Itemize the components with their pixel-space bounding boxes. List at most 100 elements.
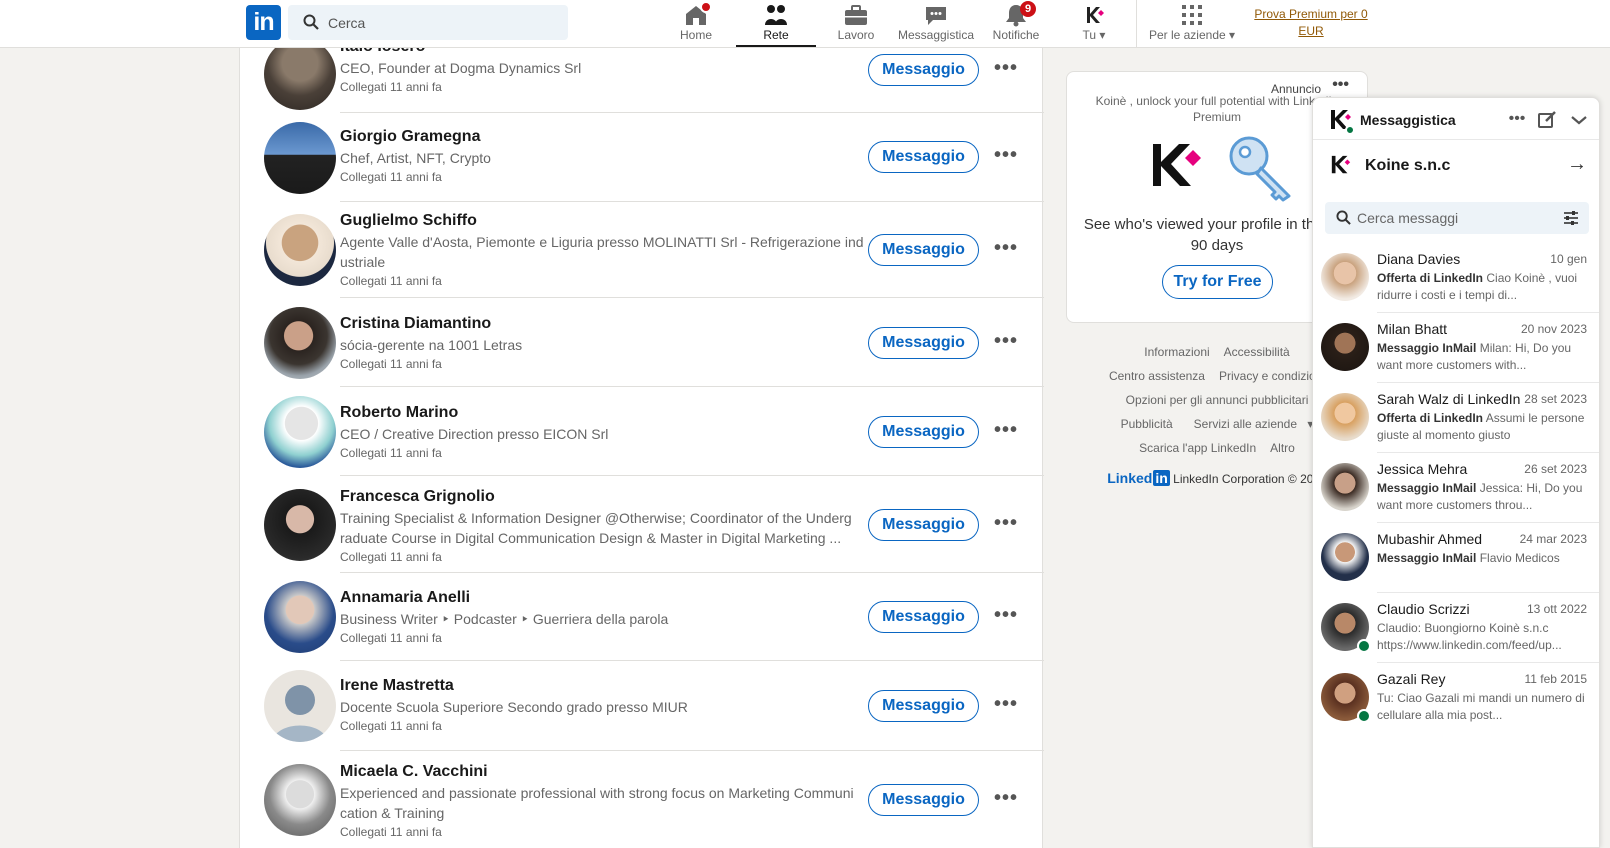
connection-name[interactable]: Cristina Diamantino xyxy=(340,313,860,335)
nav-notifications-label: Notifiche xyxy=(992,28,1040,42)
premium-line-1: Prova Premium per 0 xyxy=(1254,7,1368,21)
conversation-item[interactable]: Mubashir Ahmed 24 mar 2023 Messaggio InM… xyxy=(1313,523,1599,593)
footer-link-advertising[interactable]: Pubblicità xyxy=(1121,417,1173,431)
connection-name[interactable]: Annamaria Anelli xyxy=(340,587,860,609)
messaging-header[interactable]: Messaggistica ••• xyxy=(1313,98,1599,140)
avatar[interactable] xyxy=(264,307,336,379)
connection-row: Guglielmo Schiffo Agente Valle d'Aosta, … xyxy=(240,202,1044,298)
nav-for-business[interactable]: Per le aziende ▾ xyxy=(1144,0,1240,47)
more-options-icon[interactable]: ••• xyxy=(990,54,1022,86)
message-button[interactable]: Messaggio xyxy=(868,690,979,722)
message-search[interactable] xyxy=(1325,202,1589,234)
conversation-item[interactable]: Gazali Rey 11 feb 2015 Tu: Ciao Gazali m… xyxy=(1313,663,1599,733)
connection-since: Collegati 11 anni fa xyxy=(340,446,442,460)
avatar[interactable] xyxy=(264,214,336,286)
messaging-options-icon[interactable]: ••• xyxy=(1505,108,1529,132)
nav-for-business-label: Per le aziende xyxy=(1148,28,1226,42)
connection-name[interactable]: Irene Mastretta xyxy=(340,675,860,697)
message-button[interactable]: Messaggio xyxy=(868,141,979,173)
connection-headline: Business Writer ‣ Podcaster ‣ Guerriera … xyxy=(340,611,669,627)
avatar[interactable] xyxy=(264,489,336,561)
top-navbar: in Home Rete Lavoro Messaggistica 9 Noti… xyxy=(0,0,1610,48)
ad-options-icon[interactable]: ••• xyxy=(1332,76,1349,94)
avatar[interactable] xyxy=(264,764,336,836)
connection-name[interactable]: Roberto Marino xyxy=(340,402,860,424)
linkedin-logo-icon[interactable]: in xyxy=(246,5,281,40)
footer-link-privacy[interactable]: Privacy e condizioni xyxy=(1219,369,1325,383)
footer-link-accessibility[interactable]: Accessibilità xyxy=(1224,345,1290,359)
connection-name[interactable]: Micaela C. Vacchini xyxy=(340,761,864,783)
messaging-panel: Messaggistica ••• Koine s.n.c → Diana Da… xyxy=(1312,97,1600,848)
message-button[interactable]: Messaggio xyxy=(868,509,979,541)
global-search[interactable] xyxy=(288,5,568,40)
chevron-down-icon[interactable] xyxy=(1567,108,1591,132)
messaging-account-switcher[interactable]: Koine s.n.c → xyxy=(1313,140,1599,192)
footer-link-help[interactable]: Centro assistenza xyxy=(1109,369,1205,383)
connection-since: Collegati 11 anni fa xyxy=(340,274,442,288)
more-options-icon[interactable]: ••• xyxy=(990,327,1022,359)
footer-link-ad-options[interactable]: Opzioni per gli annunci pubblicitari xyxy=(1126,393,1309,407)
more-options-icon[interactable]: ••• xyxy=(990,690,1022,722)
arrow-right-icon[interactable]: → xyxy=(1567,153,1587,176)
try-for-free-button[interactable]: Try for Free xyxy=(1162,265,1273,299)
search-input[interactable] xyxy=(328,5,558,40)
message-button[interactable]: Messaggio xyxy=(868,234,979,266)
footer-corp-text: LinkedIn Corporation © 2024 xyxy=(1173,472,1327,486)
message-button[interactable]: Messaggio xyxy=(868,601,979,633)
avatar[interactable] xyxy=(264,581,336,653)
nav-jobs[interactable]: Lavoro xyxy=(824,0,888,47)
message-button[interactable]: Messaggio xyxy=(868,327,979,359)
avatar[interactable] xyxy=(264,122,336,194)
more-options-icon[interactable]: ••• xyxy=(990,509,1022,541)
footer-link-about[interactable]: Informazioni xyxy=(1144,345,1209,359)
nav-home[interactable]: Home xyxy=(672,0,720,47)
more-options-icon[interactable]: ••• xyxy=(990,416,1022,448)
more-options-icon[interactable]: ••• xyxy=(990,601,1022,633)
premium-trial-link[interactable]: Prova Premium per 0 EUR xyxy=(1252,6,1370,40)
message-search-input[interactable] xyxy=(1357,202,1547,234)
conversation-date: 28 set 2023 xyxy=(1524,392,1587,406)
footer-link-app[interactable]: Scarica l'app LinkedIn xyxy=(1139,441,1256,455)
message-button[interactable]: Messaggio xyxy=(868,416,979,448)
avatar xyxy=(1321,253,1369,301)
avatar[interactable] xyxy=(264,396,336,468)
footer-link-business-services[interactable]: Servizi alle aziende ▾ xyxy=(1187,417,1314,431)
connection-name[interactable]: Giorgio Gramegna xyxy=(340,126,860,148)
nav-home-label: Home xyxy=(679,28,712,42)
conversation-name: Diana Davies xyxy=(1377,251,1461,267)
search-icon xyxy=(1336,210,1351,225)
more-options-icon[interactable]: ••• xyxy=(990,784,1022,816)
footer-link-more[interactable]: Altro xyxy=(1270,441,1295,455)
network-icon xyxy=(765,5,787,25)
koine-logo-icon xyxy=(1331,155,1351,174)
koine-logo-icon xyxy=(1153,144,1201,186)
online-status-dot xyxy=(1345,125,1355,135)
connection-row: Annamaria Anelli Business Writer ‣ Podca… xyxy=(240,573,1044,661)
nav-messaging[interactable]: Messaggistica xyxy=(894,0,978,47)
filter-icon[interactable] xyxy=(1563,210,1579,226)
message-button[interactable]: Messaggio xyxy=(868,784,979,816)
nav-me[interactable]: Tu ▾ xyxy=(1066,0,1122,47)
more-options-icon[interactable]: ••• xyxy=(990,141,1022,173)
connection-name[interactable]: Guglielmo Schiffo xyxy=(340,210,864,232)
more-options-icon[interactable]: ••• xyxy=(990,234,1022,266)
nav-notifications[interactable]: 9 Notifiche xyxy=(986,0,1046,47)
avatar xyxy=(1321,323,1369,371)
online-status-dot xyxy=(1357,639,1371,653)
avatar[interactable] xyxy=(264,38,336,110)
message-button[interactable]: Messaggio xyxy=(868,54,979,86)
connection-name[interactable]: Francesca Grignolio xyxy=(340,486,864,508)
connection-headline: sócia-gerente na 1001 Letras xyxy=(340,337,523,353)
connection-row: Francesca Grignolio Training Specialist … xyxy=(240,476,1044,573)
avatar[interactable] xyxy=(264,670,336,742)
conversation-item[interactable]: Diana Davies 10 gen Offerta di LinkedIn … xyxy=(1313,243,1599,313)
conversation-item[interactable]: Jessica Mehra 26 set 2023 Messaggio InMa… xyxy=(1313,453,1599,523)
conversation-item[interactable]: Claudio Scrizzi 13 ott 2022 Claudio: Buo… xyxy=(1313,593,1599,663)
conversation-item[interactable]: Sarah Walz di LinkedIn 28 set 2023 Offer… xyxy=(1313,383,1599,453)
conversation-item[interactable]: Milan Bhatt 20 nov 2023 Messaggio InMail… xyxy=(1313,313,1599,383)
compose-icon[interactable] xyxy=(1535,108,1559,132)
koine-profile-icon xyxy=(1087,7,1104,23)
nav-me-label: Tu xyxy=(1082,28,1097,42)
nav-network[interactable]: Rete xyxy=(736,0,816,47)
home-dot-badge xyxy=(700,1,712,13)
